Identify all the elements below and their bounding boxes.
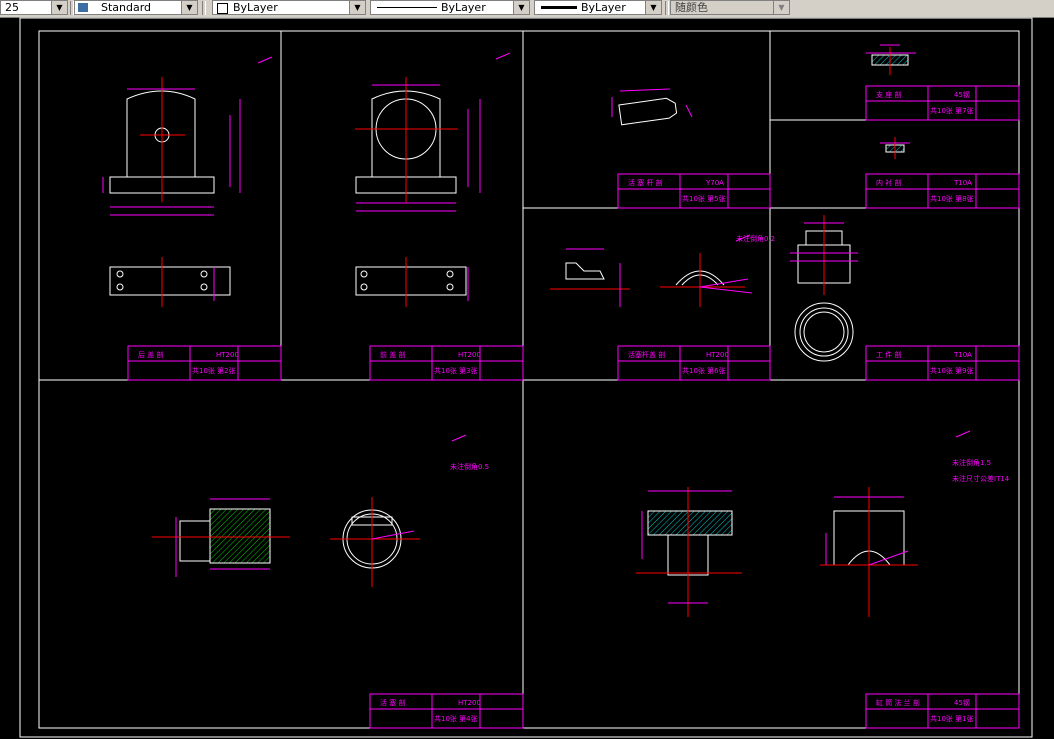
page-sheet-2: 共10张 第3张 <box>434 366 478 375</box>
page-sheet-3: 共10张 第5张 <box>682 194 726 203</box>
scale-value: 25 <box>5 1 19 14</box>
title-sheet-4: 支 座 剖 <box>876 90 901 99</box>
title-sheet-8: 活 塞 剖 <box>380 698 405 707</box>
page-sheet-5: 共10张 第8张 <box>930 194 974 203</box>
lineweight-combo[interactable]: ByLayer ▼ <box>534 0 662 15</box>
drawing-support <box>866 44 916 75</box>
material-sheet-9: 45钢 <box>954 698 970 707</box>
drawing-liner <box>880 137 910 159</box>
drawing-rod-cap <box>550 234 753 307</box>
material-sheet-7: T10A <box>953 351 972 359</box>
text-style-combo[interactable]: Standard ▼ <box>74 0 198 15</box>
drawing-canvas[interactable]: 后 盖 剖 HT200 共10张 第2张 前 盖 剖 HT200 共10张 第3… <box>0 17 1054 739</box>
plot-style-combo[interactable]: 随颜色 ▼ <box>670 0 790 15</box>
material-sheet-5: T10A <box>953 179 972 187</box>
note-chamfer-a: 未注倒角0.2 <box>736 234 775 243</box>
material-sheet-4: 45钢 <box>954 90 970 99</box>
drawing-front-cover <box>355 52 511 307</box>
drawing-rear-cover <box>102 56 273 307</box>
material-sheet-6: HT200 <box>706 351 729 359</box>
chevron-down-icon[interactable]: ▼ <box>181 1 197 14</box>
page-sheet-8: 共10张 第4张 <box>434 714 478 723</box>
title-sheet-7: 工 件 剖 <box>876 350 901 359</box>
drawing-workpiece <box>790 215 858 362</box>
title-sheet-9: 缸 筒 法 兰 剖 <box>876 698 920 707</box>
note-chamfer-c: 未注倒角1.5 <box>952 458 991 467</box>
material-sheet-3: Y70A <box>705 179 724 187</box>
drawing-piston-rod <box>611 88 693 126</box>
title-sheet-3: 活 塞 杆 剖 <box>628 178 663 187</box>
chevron-down-icon[interactable]: ▼ <box>645 1 661 14</box>
material-sheet-2: HT200 <box>458 351 481 359</box>
page-sheet-4: 共10张 第7张 <box>930 106 974 115</box>
title-sheet-6: 活塞杆盖 剖 <box>628 350 665 359</box>
note-tolerance: 未注尺寸公差IT14 <box>952 474 1010 483</box>
title-sheet-5: 内 衬 剖 <box>876 178 901 187</box>
page-sheet-1: 共10张 第2张 <box>192 366 236 375</box>
text-style-icon <box>78 3 88 12</box>
toolbar-separator <box>665 1 669 15</box>
page-sheet-7: 共10张 第9张 <box>930 366 974 375</box>
material-sheet-8: HT200 <box>458 699 481 707</box>
toolbar-separator <box>202 1 206 15</box>
material-sheet-1: HT200 <box>216 351 239 359</box>
drawing-border <box>19 17 1033 738</box>
linetype-combo[interactable]: ByLayer ▼ <box>370 0 530 15</box>
note-chamfer-b: 未注倒角0.5 <box>450 462 489 471</box>
lineweight-value: ByLayer <box>581 1 626 14</box>
plot-style-value: 随颜色 <box>675 1 708 14</box>
chevron-down-icon[interactable]: ▼ <box>349 1 365 14</box>
properties-toolbar: 25 ▼ Standard ▼ ByLayer ▼ ByLayer ▼ ByLa… <box>0 0 1054 18</box>
linetype-sample-icon <box>377 7 437 8</box>
page-sheet-6: 共10张 第6张 <box>682 366 726 375</box>
drawing-piston <box>152 434 467 587</box>
layer-value: ByLayer <box>233 1 278 14</box>
chevron-down-icon[interactable]: ▼ <box>773 1 789 14</box>
layer-combo[interactable]: ByLayer ▼ <box>212 0 366 15</box>
title-sheet-1: 后 盖 剖 <box>138 350 163 359</box>
lineweight-sample-icon <box>541 6 577 9</box>
title-sheet-2: 前 盖 剖 <box>380 350 405 359</box>
drawing-flange <box>636 430 971 617</box>
page-sheet-9: 共10张 第1张 <box>930 714 974 723</box>
text-style-value: Standard <box>101 1 152 14</box>
color-swatch-icon <box>217 3 228 14</box>
scale-combo[interactable]: 25 ▼ <box>0 0 68 15</box>
title-block-text: 后 盖 剖 HT200 共10张 第2张 前 盖 剖 HT200 共10张 第3… <box>138 90 1010 723</box>
linetype-value: ByLayer <box>441 1 486 14</box>
chevron-down-icon[interactable]: ▼ <box>51 1 67 14</box>
chevron-down-icon[interactable]: ▼ <box>513 1 529 14</box>
